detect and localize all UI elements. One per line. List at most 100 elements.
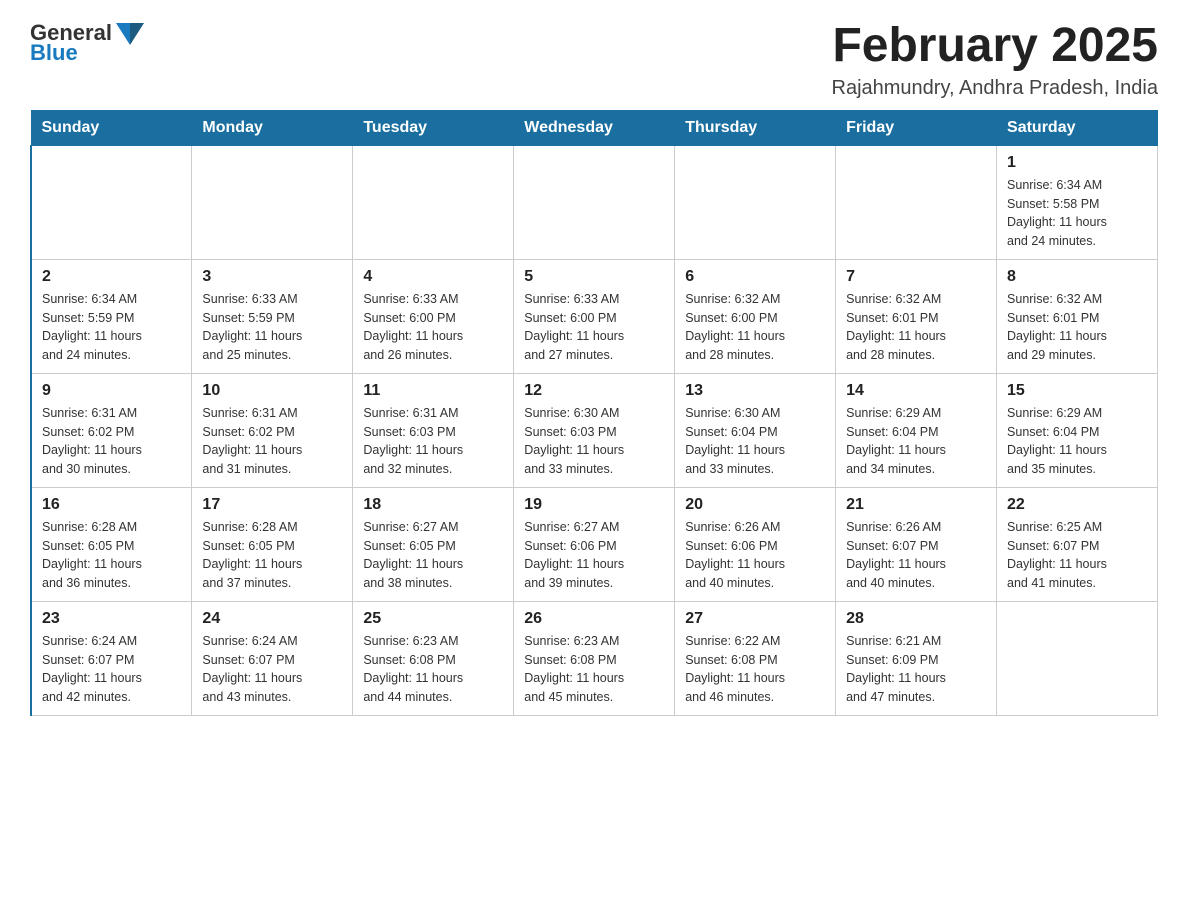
- day-number: 17: [202, 496, 342, 514]
- day-header-thursday: Thursday: [675, 110, 836, 145]
- location-text: Rajahmundry, Andhra Pradesh, India: [832, 77, 1159, 100]
- day-info: Sunrise: 6:24 AM Sunset: 6:07 PM Dayligh…: [202, 632, 342, 707]
- day-number: 7: [846, 268, 986, 286]
- week-row-1: 1 Sunrise: 6:34 AM Sunset: 5:58 PM Daylig…: [31, 145, 1158, 259]
- day-info: Sunrise: 6:33 AM Sunset: 6:00 PM Dayligh…: [363, 290, 503, 365]
- day-header-sunday: Sunday: [31, 110, 192, 145]
- day-number: 18: [363, 496, 503, 514]
- day-number: 21: [846, 496, 986, 514]
- day-number: 20: [685, 496, 825, 514]
- day-number: 12: [524, 382, 664, 400]
- day-info: Sunrise: 6:26 AM Sunset: 6:07 PM Dayligh…: [846, 518, 986, 593]
- day-header-wednesday: Wednesday: [514, 110, 675, 145]
- calendar-cell: 19 Sunrise: 6:27 AM Sunset: 6:06 PM Dayli…: [514, 487, 675, 601]
- calendar-cell: 22Sunrise: 6:25 AM Sunset: 6:07 PM Dayli…: [997, 487, 1158, 601]
- calendar-cell: 25Sunrise: 6:23 AM Sunset: 6:08 PM Dayli…: [353, 601, 514, 715]
- day-number: 19: [524, 496, 664, 514]
- day-number: 6: [685, 268, 825, 286]
- day-number: 10: [202, 382, 342, 400]
- day-info: Sunrise: 6:34 AM Sunset: 5:59 PM Dayligh…: [42, 290, 181, 365]
- day-info: Sunrise: 6:23 AM Sunset: 6:08 PM Dayligh…: [524, 632, 664, 707]
- day-info: Sunrise: 6:30 AM Sunset: 6:04 PM Dayligh…: [685, 404, 825, 479]
- calendar-cell: [353, 145, 514, 259]
- calendar-cell: 3 Sunrise: 6:33 AM Sunset: 5:59 PM Daylig…: [192, 259, 353, 373]
- calendar-table: SundayMondayTuesdayWednesdayThursdayFrid…: [30, 110, 1158, 716]
- day-info: Sunrise: 6:28 AM Sunset: 6:05 PM Dayligh…: [202, 518, 342, 593]
- logo-blue-text: Blue: [30, 40, 78, 66]
- day-number: 16: [42, 496, 181, 514]
- calendar-cell: [192, 145, 353, 259]
- week-row-2: 2 Sunrise: 6:34 AM Sunset: 5:59 PM Daylig…: [31, 259, 1158, 373]
- day-number: 22: [1007, 496, 1147, 514]
- day-info: Sunrise: 6:28 AM Sunset: 6:05 PM Dayligh…: [42, 518, 181, 593]
- calendar-cell: 23 Sunrise: 6:24 AM Sunset: 6:07 PM Dayli…: [31, 601, 192, 715]
- day-info: Sunrise: 6:24 AM Sunset: 6:07 PM Dayligh…: [42, 632, 181, 707]
- calendar-cell: 27Sunrise: 6:22 AM Sunset: 6:08 PM Dayli…: [675, 601, 836, 715]
- day-number: 13: [685, 382, 825, 400]
- day-info: Sunrise: 6:33 AM Sunset: 6:00 PM Dayligh…: [524, 290, 664, 365]
- calendar-cell: 28 Sunrise: 6:21 AM Sunset: 6:09 PM Dayli…: [836, 601, 997, 715]
- calendar-cell: [836, 145, 997, 259]
- page-header: General Blue February 2025 Rajahmundry, …: [30, 20, 1158, 100]
- calendar-cell: 15Sunrise: 6:29 AM Sunset: 6:04 PM Dayli…: [997, 373, 1158, 487]
- calendar-cell: 8 Sunrise: 6:32 AM Sunset: 6:01 PM Daylig…: [997, 259, 1158, 373]
- day-number: 1: [1007, 154, 1147, 172]
- day-number: 3: [202, 268, 342, 286]
- day-header-monday: Monday: [192, 110, 353, 145]
- day-number: 14: [846, 382, 986, 400]
- day-info: Sunrise: 6:21 AM Sunset: 6:09 PM Dayligh…: [846, 632, 986, 707]
- day-info: Sunrise: 6:34 AM Sunset: 5:58 PM Dayligh…: [1007, 176, 1147, 251]
- calendar-cell: 16 Sunrise: 6:28 AM Sunset: 6:05 PM Dayli…: [31, 487, 192, 601]
- calendar-cell: [514, 145, 675, 259]
- day-number: 26: [524, 610, 664, 628]
- calendar-cell: 18 Sunrise: 6:27 AM Sunset: 6:05 PM Dayli…: [353, 487, 514, 601]
- calendar-cell: [997, 601, 1158, 715]
- calendar-cell: 6 Sunrise: 6:32 AM Sunset: 6:00 PM Daylig…: [675, 259, 836, 373]
- day-info: Sunrise: 6:31 AM Sunset: 6:02 PM Dayligh…: [202, 404, 342, 479]
- calendar-cell: 13 Sunrise: 6:30 AM Sunset: 6:04 PM Dayli…: [675, 373, 836, 487]
- day-header-saturday: Saturday: [997, 110, 1158, 145]
- calendar-cell: [31, 145, 192, 259]
- calendar-cell: 2 Sunrise: 6:34 AM Sunset: 5:59 PM Daylig…: [31, 259, 192, 373]
- day-info: Sunrise: 6:32 AM Sunset: 6:00 PM Dayligh…: [685, 290, 825, 365]
- day-info: Sunrise: 6:30 AM Sunset: 6:03 PM Dayligh…: [524, 404, 664, 479]
- day-info: Sunrise: 6:27 AM Sunset: 6:06 PM Dayligh…: [524, 518, 664, 593]
- title-section: February 2025 Rajahmundry, Andhra Prades…: [832, 20, 1159, 100]
- calendar-cell: 4 Sunrise: 6:33 AM Sunset: 6:00 PM Daylig…: [353, 259, 514, 373]
- calendar-cell: 20 Sunrise: 6:26 AM Sunset: 6:06 PM Dayli…: [675, 487, 836, 601]
- calendar-cell: 26 Sunrise: 6:23 AM Sunset: 6:08 PM Dayli…: [514, 601, 675, 715]
- week-row-3: 9 Sunrise: 6:31 AM Sunset: 6:02 PM Daylig…: [31, 373, 1158, 487]
- calendar-cell: 5 Sunrise: 6:33 AM Sunset: 6:00 PM Daylig…: [514, 259, 675, 373]
- day-number: 8: [1007, 268, 1147, 286]
- calendar-cell: 7Sunrise: 6:32 AM Sunset: 6:01 PM Daylig…: [836, 259, 997, 373]
- calendar-cell: 24 Sunrise: 6:24 AM Sunset: 6:07 PM Dayli…: [192, 601, 353, 715]
- day-info: Sunrise: 6:32 AM Sunset: 6:01 PM Dayligh…: [1007, 290, 1147, 365]
- calendar-cell: 17 Sunrise: 6:28 AM Sunset: 6:05 PM Dayli…: [192, 487, 353, 601]
- day-number: 23: [42, 610, 181, 628]
- calendar-cell: 14 Sunrise: 6:29 AM Sunset: 6:04 PM Dayli…: [836, 373, 997, 487]
- day-info: Sunrise: 6:33 AM Sunset: 5:59 PM Dayligh…: [202, 290, 342, 365]
- day-number: 4: [363, 268, 503, 286]
- day-number: 5: [524, 268, 664, 286]
- calendar-cell: 10 Sunrise: 6:31 AM Sunset: 6:02 PM Dayli…: [192, 373, 353, 487]
- day-number: 27: [685, 610, 825, 628]
- calendar-cell: 21 Sunrise: 6:26 AM Sunset: 6:07 PM Dayli…: [836, 487, 997, 601]
- day-header-tuesday: Tuesday: [353, 110, 514, 145]
- day-number: 15: [1007, 382, 1147, 400]
- logo-arrow-icon: [116, 23, 144, 45]
- month-title: February 2025: [832, 20, 1159, 73]
- day-number: 9: [42, 382, 181, 400]
- day-info: Sunrise: 6:31 AM Sunset: 6:03 PM Dayligh…: [363, 404, 503, 479]
- day-info: Sunrise: 6:31 AM Sunset: 6:02 PM Dayligh…: [42, 404, 181, 479]
- day-info: Sunrise: 6:27 AM Sunset: 6:05 PM Dayligh…: [363, 518, 503, 593]
- calendar-cell: 1 Sunrise: 6:34 AM Sunset: 5:58 PM Daylig…: [997, 145, 1158, 259]
- calendar-cell: 12 Sunrise: 6:30 AM Sunset: 6:03 PM Dayli…: [514, 373, 675, 487]
- day-number: 28: [846, 610, 986, 628]
- calendar-cell: [675, 145, 836, 259]
- day-header-friday: Friday: [836, 110, 997, 145]
- day-info: Sunrise: 6:29 AM Sunset: 6:04 PM Dayligh…: [846, 404, 986, 479]
- day-number: 24: [202, 610, 342, 628]
- week-row-4: 16 Sunrise: 6:28 AM Sunset: 6:05 PM Dayli…: [31, 487, 1158, 601]
- day-number: 2: [42, 268, 181, 286]
- day-info: Sunrise: 6:26 AM Sunset: 6:06 PM Dayligh…: [685, 518, 825, 593]
